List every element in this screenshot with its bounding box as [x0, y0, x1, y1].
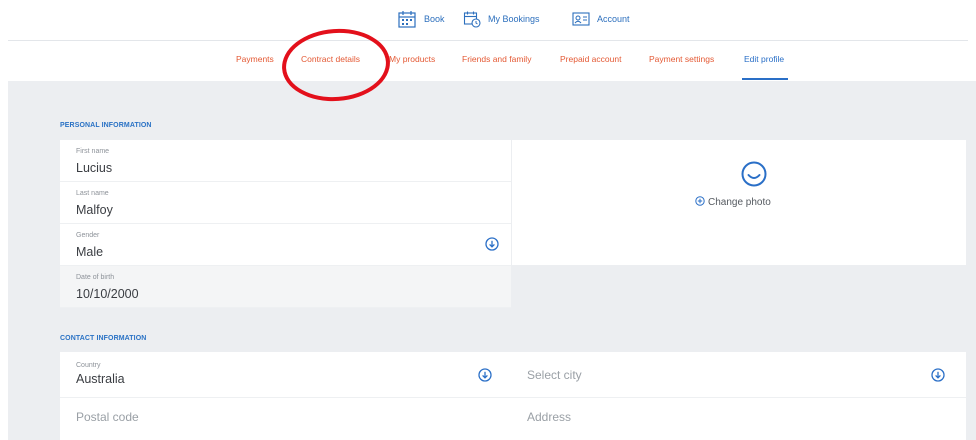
plus-circle-icon	[695, 196, 705, 209]
country-value: Australia	[76, 372, 125, 386]
nav-book[interactable]: Book	[397, 6, 445, 32]
postal-code-input[interactable]: Postal code	[76, 410, 139, 424]
tab-edit-profile[interactable]: Edit profile	[744, 54, 784, 64]
first-name-label: First name	[76, 148, 110, 155]
tab-payment-settings[interactable]: Payment settings	[649, 54, 714, 64]
nav-book-label: Book	[424, 14, 445, 24]
nav-account-label: Account	[597, 14, 630, 24]
nav-account[interactable]: Account	[572, 6, 630, 32]
sub-navigation: Payments Contract details My products Fr…	[0, 41, 976, 81]
country-label: Country	[76, 362, 101, 369]
first-name-field[interactable]: First name Lucius	[60, 140, 511, 182]
tab-payments[interactable]: Payments	[236, 54, 274, 64]
chevron-down-circle-icon[interactable]	[485, 237, 499, 256]
tab-my-products[interactable]: My products	[389, 54, 435, 64]
contact-information-panel: Country Australia Select city Postal cod…	[60, 352, 966, 440]
id-card-icon	[572, 11, 590, 27]
chevron-down-circle-icon[interactable]	[478, 368, 492, 387]
chevron-down-circle-icon[interactable]	[931, 368, 945, 387]
first-name-value: Lucius	[76, 161, 113, 175]
tab-friends-and-family[interactable]: Friends and family	[462, 54, 531, 64]
calendar-icon	[397, 9, 417, 29]
profile-photo-panel: Change photo	[512, 140, 966, 265]
nav-my-bookings[interactable]: My Bookings	[463, 6, 540, 32]
last-name-field[interactable]: Last name Malfoy	[60, 182, 511, 224]
gender-select[interactable]: Gender Male	[60, 224, 511, 266]
change-photo-label: Change photo	[708, 197, 771, 208]
gender-label: Gender	[76, 232, 100, 239]
clock-calendar-icon	[463, 10, 481, 28]
last-name-label: Last name	[76, 190, 109, 197]
nav-my-bookings-label: My Bookings	[488, 14, 540, 24]
gender-value: Male	[76, 245, 104, 259]
contact-information-heading: CONTACT INFORMATION	[60, 335, 147, 342]
date-of-birth-value: 10/10/2000	[76, 287, 139, 301]
last-name-value: Malfoy	[76, 203, 113, 217]
contact-row-divider	[60, 397, 966, 398]
address-input[interactable]: Address	[527, 410, 571, 424]
date-of-birth-field: Date of birth 10/10/2000	[60, 266, 511, 308]
city-select[interactable]: Select city	[527, 368, 582, 382]
top-navigation: Book My Bookings Account	[0, 0, 976, 41]
personal-information-heading: PERSONAL INFORMATION	[60, 122, 152, 129]
tab-prepaid-account[interactable]: Prepaid account	[560, 54, 621, 64]
date-of-birth-label: Date of birth	[76, 274, 115, 281]
active-tab-underline	[742, 78, 788, 80]
country-select[interactable]: Country Australia	[76, 362, 125, 386]
smiley-icon	[740, 160, 768, 193]
change-photo-button[interactable]: Change photo	[695, 196, 771, 209]
